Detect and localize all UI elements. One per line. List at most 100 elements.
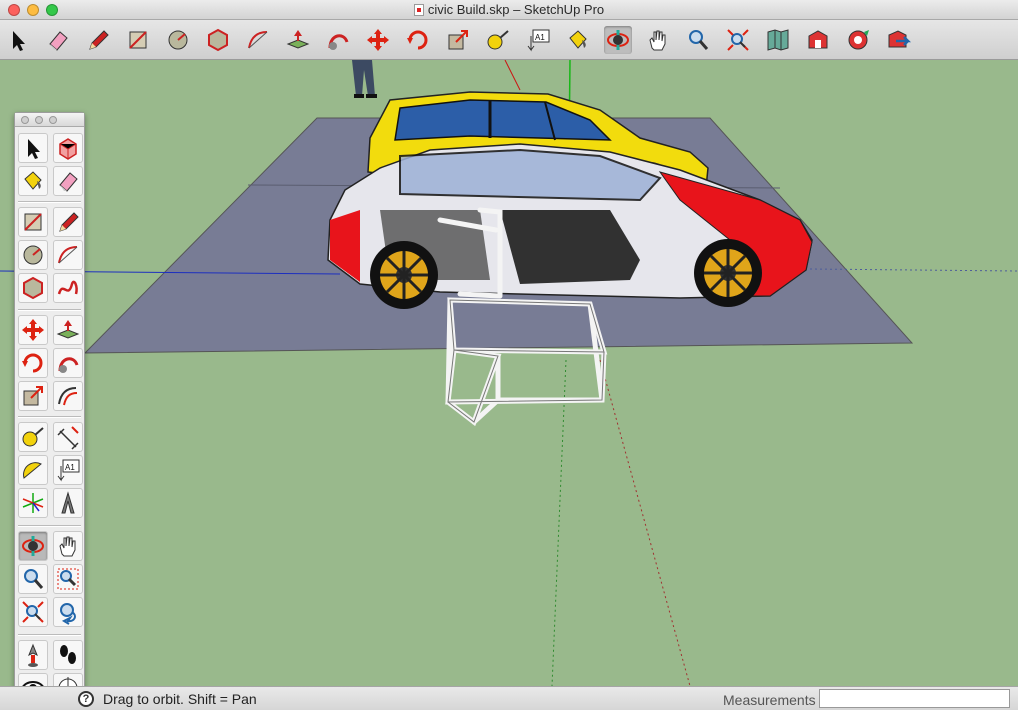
scale-tool-button[interactable] (444, 26, 472, 54)
scale-icon (23, 386, 43, 406)
pan-tool-button[interactable] (644, 26, 672, 54)
palette-push-pull-button[interactable] (53, 315, 83, 345)
palette-offset-button[interactable] (53, 381, 83, 411)
palette-paint-bucket-button[interactable] (18, 166, 48, 196)
model-viewport[interactable] (0, 60, 1018, 686)
paint-bucket-icon (569, 30, 587, 49)
get-models-tool-button[interactable] (764, 26, 792, 54)
palette-axes-button[interactable] (18, 488, 48, 518)
palette-protractor-button[interactable] (18, 455, 48, 485)
follow-me-tool-button[interactable] (324, 26, 352, 54)
palette-select-button[interactable] (18, 133, 48, 163)
status-hint: Drag to orbit. Shift = Pan (103, 691, 257, 707)
zoom-window-icon (57, 568, 79, 590)
polygon-tool-button[interactable] (204, 26, 232, 54)
warehouse-icon (808, 30, 828, 49)
palette-freehand-button[interactable] (53, 273, 83, 303)
palette-close-button[interactable] (21, 116, 29, 124)
palette-rotate-button[interactable] (18, 348, 48, 378)
palette-orbit-button[interactable] (18, 531, 48, 561)
share-model-icon (888, 30, 912, 48)
palette-previous-view-button[interactable] (53, 597, 83, 627)
eraser-icon (49, 31, 68, 51)
palette-scale-button[interactable] (18, 381, 48, 411)
select-tool-button[interactable] (4, 26, 32, 54)
palette-pencil-button[interactable] (53, 207, 83, 237)
zoom-icon (24, 569, 44, 589)
document-icon (413, 4, 424, 16)
polygon-icon (208, 28, 228, 52)
measurements-input[interactable] (819, 689, 1010, 708)
paint-bucket-tool-button[interactable] (564, 26, 592, 54)
tape-measure-icon (22, 427, 44, 447)
red-axis-dotted (599, 359, 691, 686)
palette-follow-me-button[interactable] (53, 348, 83, 378)
pencil-icon (89, 30, 109, 50)
circle-icon (168, 30, 188, 50)
palette-separator (18, 416, 81, 418)
map-icon (767, 29, 789, 51)
palette-3d-text-button[interactable] (53, 488, 83, 518)
arc-tool-button[interactable] (244, 26, 272, 54)
main-toolbar: A1 (0, 20, 1018, 60)
palette-zoom-button[interactable] (49, 116, 57, 124)
palette-minimize-button[interactable] (35, 116, 43, 124)
3d-warehouse-tool-button[interactable] (804, 26, 832, 54)
text-tool-button[interactable]: A1 (524, 26, 552, 54)
palette-rectangle-button[interactable] (18, 207, 48, 237)
rectangle-tool-button[interactable] (124, 26, 152, 54)
move-icon (367, 29, 389, 51)
polygon-icon (23, 276, 43, 300)
offset-icon (58, 387, 78, 406)
share-model-tool-button[interactable] (884, 26, 912, 54)
palette-eraser-button[interactable] (53, 166, 83, 196)
move-tool-button[interactable] (364, 26, 392, 54)
previous-view-icon (60, 603, 76, 625)
push-pull-icon (56, 320, 80, 339)
palette-make-component-button[interactable] (53, 133, 83, 163)
palette-zoom-extents-button[interactable] (18, 597, 48, 627)
palette-zoom-window-button[interactable] (53, 564, 83, 594)
zoom-extents-tool-button[interactable] (724, 26, 752, 54)
scene-canvas[interactable] (0, 60, 1018, 686)
arrow-cursor-icon (28, 139, 40, 159)
axes-icon (22, 493, 44, 513)
palette-move-button[interactable] (18, 315, 48, 345)
palette-zoom-button[interactable] (18, 564, 48, 594)
zoom-extents-icon (727, 29, 749, 51)
palette-pan-button[interactable] (53, 531, 83, 561)
push-pull-tool-button[interactable] (284, 26, 312, 54)
palette-position-camera-button[interactable] (18, 640, 48, 670)
zoom-extents-icon (22, 601, 44, 623)
tape-measure-tool-button[interactable] (484, 26, 512, 54)
palette-circle-button[interactable] (18, 240, 48, 270)
eraser-tool-button[interactable] (44, 26, 72, 54)
eraser-icon (59, 172, 78, 192)
tool-palette[interactable]: A1 (14, 112, 85, 704)
palette-dimension-button[interactable] (53, 422, 83, 452)
palette-polygon-button[interactable] (18, 273, 48, 303)
red-axis (504, 60, 521, 91)
palette-arc-button[interactable] (53, 240, 83, 270)
palette-text-button[interactable]: A1 (53, 455, 83, 485)
zoom-tool-button[interactable] (684, 26, 712, 54)
scale-figure (352, 60, 377, 98)
push-pull-icon (286, 30, 310, 49)
help-icon[interactable]: ? (78, 691, 94, 707)
freehand-icon (57, 280, 78, 295)
pencil-tool-button[interactable] (84, 26, 112, 54)
palette-title-bar[interactable] (15, 113, 84, 127)
arc-icon (58, 246, 78, 264)
arc-icon (248, 31, 268, 49)
rotate-tool-button[interactable] (404, 26, 432, 54)
window-title: civic Build.skp – SketchUp Pro (427, 2, 605, 17)
extension-warehouse-tool-button[interactable] (844, 26, 872, 54)
palette-tape-measure-button[interactable] (18, 422, 48, 452)
palette-separator (18, 634, 81, 636)
scale-icon (448, 30, 468, 50)
orbit-tool-button[interactable] (604, 26, 632, 54)
protractor-icon (23, 462, 42, 479)
rectangle-icon (24, 213, 42, 231)
circle-tool-button[interactable] (164, 26, 192, 54)
palette-walk-button[interactable] (53, 640, 83, 670)
